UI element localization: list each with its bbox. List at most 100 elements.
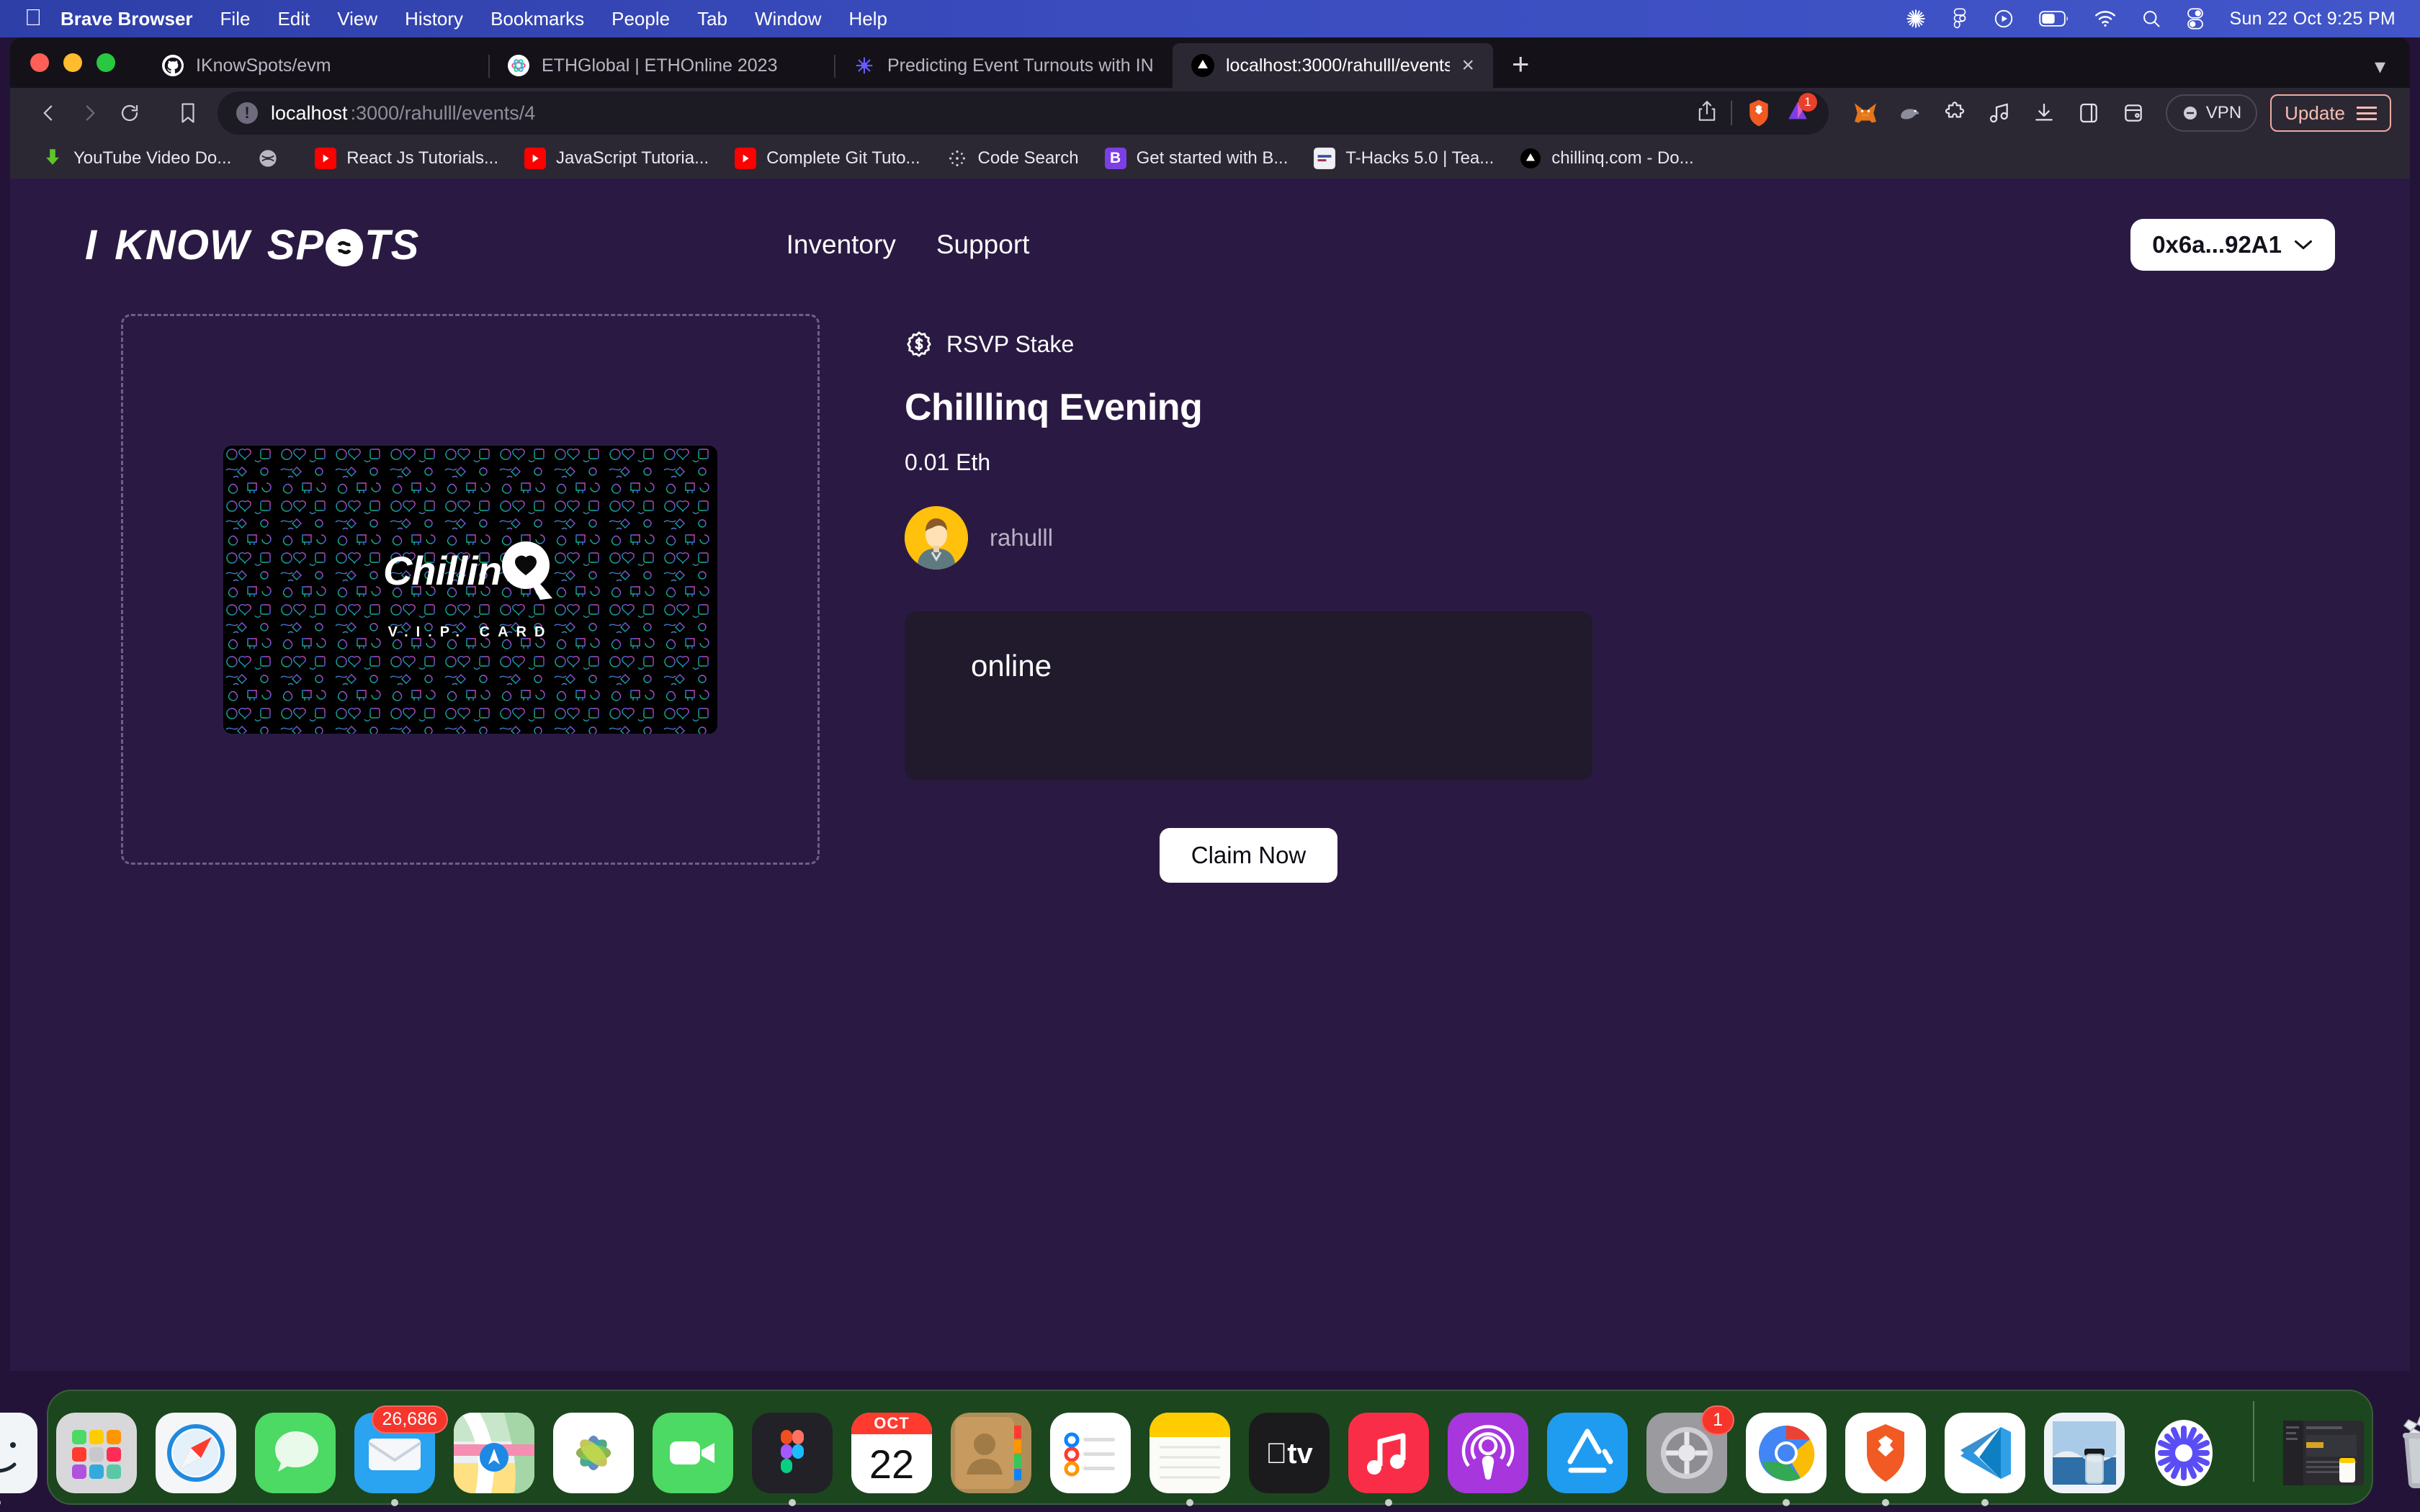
battery-icon[interactable] [2039, 10, 2069, 27]
claim-now-button[interactable]: Claim Now [1159, 828, 1338, 883]
site-logo[interactable]: I KNOW SP TS [85, 221, 419, 269]
bookmark-get-started-with-b[interactable]: B Get started with B... [1092, 148, 1301, 169]
dock-item-notes[interactable] [1150, 1413, 1230, 1506]
dock-item-brave[interactable] [1845, 1413, 1926, 1506]
metamask-fox-icon[interactable] [1843, 93, 1888, 133]
bookmark-youtube-video-downloader[interactable]: YouTube Video Do... [29, 148, 244, 169]
brave-shield-icon[interactable] [1747, 99, 1771, 127]
nav-link-inventory[interactable]: Inventory [786, 230, 896, 260]
menu-bar-clock[interactable]: Sun 22 Oct 9:25 PM [2229, 9, 2396, 30]
dock-item-vscode[interactable] [1945, 1413, 2025, 1506]
minimize-window-button[interactable] [63, 53, 82, 72]
tab-title: ETHGlobal | ETHOnline 2023 [542, 55, 778, 76]
dock-item-preview[interactable] [2044, 1413, 2125, 1493]
search-icon[interactable] [2141, 9, 2161, 29]
wifi-icon[interactable] [2094, 9, 2117, 28]
dock-item-finder[interactable] [0, 1413, 37, 1506]
menu-item-edit[interactable]: Edit [277, 8, 310, 30]
new-tab-button[interactable]: + [1512, 49, 1530, 79]
menu-item-help[interactable]: Help [848, 8, 887, 30]
dock-item-podcasts[interactable] [1448, 1413, 1528, 1493]
apple-logo-icon[interactable]:  [24, 6, 42, 29]
dock-item-safari[interactable] [156, 1413, 236, 1493]
menu-item-tab[interactable]: Tab [697, 8, 727, 30]
dock-item-reminders[interactable] [1050, 1413, 1131, 1493]
back-arrow-icon[interactable] [29, 93, 69, 133]
dock-item-mail[interactable]: 26,686 [354, 1405, 448, 1506]
dock-item-launchpad[interactable] [56, 1413, 137, 1493]
notes-icon [1150, 1413, 1230, 1493]
bookmark-complete-git-tutorial[interactable]: Complete Git Tuto... [722, 148, 933, 169]
menu-item-file[interactable]: File [220, 8, 251, 30]
dock-item-calendar[interactable]: OCT 22 [851, 1413, 932, 1493]
reload-icon[interactable] [109, 93, 150, 133]
dock-item-figma[interactable] [752, 1413, 833, 1506]
browser-tab-iknowspots[interactable]: IKnowSpots/evm [143, 43, 488, 88]
maximize-window-button[interactable] [97, 53, 115, 72]
dock-item-photos[interactable] [553, 1413, 634, 1493]
dock-item-maps[interactable] [454, 1413, 534, 1493]
wallet-icon[interactable] [2111, 93, 2156, 133]
dock-item-app-store[interactable] [1547, 1413, 1628, 1493]
inos-icon [853, 54, 876, 77]
chevron-down-icon[interactable]: ▾ [2375, 54, 2385, 79]
dock-item-trash[interactable] [2383, 1413, 2420, 1493]
dock-item-messages[interactable] [255, 1413, 336, 1493]
browser-tab-localhost-active[interactable]: localhost:3000/rahulll/events/4 × [1173, 43, 1493, 88]
dock-item-contacts[interactable] [951, 1413, 1031, 1493]
address-bar[interactable]: ! localhost :3000/rahulll/events/4 1 [218, 91, 1829, 135]
bookmark-icon[interactable] [169, 94, 207, 132]
arc-icon[interactable] [1905, 8, 1927, 30]
dock-item-chrome[interactable] [1746, 1413, 1827, 1506]
menu-item-people[interactable]: People [611, 8, 670, 30]
bookmark-label: T-Hacks 5.0 | Tea... [1345, 148, 1494, 168]
event-owner-row[interactable]: rahulll [905, 506, 2335, 570]
menu-item-bookmarks[interactable]: Bookmarks [490, 8, 584, 30]
dock-item-arc[interactable] [2143, 1413, 2224, 1493]
nft-card-branding: Chillin V.I.P. CARD [223, 446, 717, 734]
arbitrum-extension-icon[interactable]: 1 [1785, 92, 1817, 128]
puzzle-extension-icon[interactable] [1932, 93, 1977, 133]
bookmark-code-search[interactable]: Code Search [933, 148, 1092, 169]
bookmark-react-js-tutorials[interactable]: React Js Tutorials... [302, 148, 511, 169]
browser-tab-inos[interactable]: Predicting Event Turnouts with INOS [834, 43, 1173, 88]
bookmark-chillinq[interactable]: chillinq.com - Do... [1507, 148, 1706, 169]
bookmark-globe[interactable] [244, 148, 302, 169]
bookmark-t-hacks[interactable]: T-Hacks 5.0 | Tea... [1301, 148, 1507, 169]
browser-tab-ethglobal[interactable]: ETHGlobal | ETHOnline 2023 [488, 43, 834, 88]
dock-item-minimized-window[interactable] [2283, 1413, 2364, 1493]
nav-link-support[interactable]: Support [936, 230, 1030, 260]
downloads-icon[interactable] [2022, 93, 2066, 133]
play-circle-icon[interactable] [1993, 8, 2015, 30]
bookmark-javascript-tutorials[interactable]: JavaScript Tutoria... [511, 148, 722, 169]
control-center-icon[interactable] [2186, 8, 2205, 30]
update-button[interactable]: Update [2270, 94, 2391, 132]
address-bar-area: ! localhost :3000/rahulll/events/4 1 [169, 91, 1829, 135]
menu-item-history[interactable]: History [405, 8, 463, 30]
vpn-button[interactable]: VPN [2165, 94, 2258, 132]
close-window-button[interactable] [30, 53, 49, 72]
forward-arrow-icon[interactable] [69, 93, 109, 133]
figma-icon[interactable] [1951, 8, 1968, 30]
rabby-icon[interactable] [1888, 93, 1932, 133]
running-indicator [1981, 1499, 1989, 1506]
dock-item-tv[interactable]: tv [1249, 1413, 1330, 1493]
macos-menu-bar:  Brave Browser File Edit View History B… [0, 0, 2420, 37]
close-tab-button[interactable]: × [1461, 55, 1474, 76]
wallet-address-button[interactable]: 0x6a...92A1 [2130, 219, 2335, 271]
dock-item-music[interactable] [1348, 1413, 1429, 1506]
menu-item-window[interactable]: Window [755, 8, 821, 30]
info-icon[interactable]: ! [236, 102, 258, 124]
podcasts-icon [1448, 1413, 1528, 1493]
event-owner-name: rahulll [990, 524, 1054, 551]
event-detail-layout: Chillin V.I.P. CARD RSVP Stake Chilllinq… [10, 271, 2410, 883]
window-traffic-lights [30, 37, 143, 88]
menu-item-view[interactable]: View [337, 8, 377, 30]
dock-item-system-settings[interactable]: 1 [1646, 1405, 1734, 1493]
sidebar-icon[interactable] [2066, 93, 2111, 133]
hamburger-menu-icon[interactable] [2357, 106, 2377, 120]
dock-item-facetime[interactable] [653, 1413, 733, 1493]
share-icon[interactable] [1698, 100, 1716, 126]
music-note-icon[interactable] [1977, 93, 2022, 133]
menu-item-brave-browser[interactable]: Brave Browser [60, 8, 193, 30]
